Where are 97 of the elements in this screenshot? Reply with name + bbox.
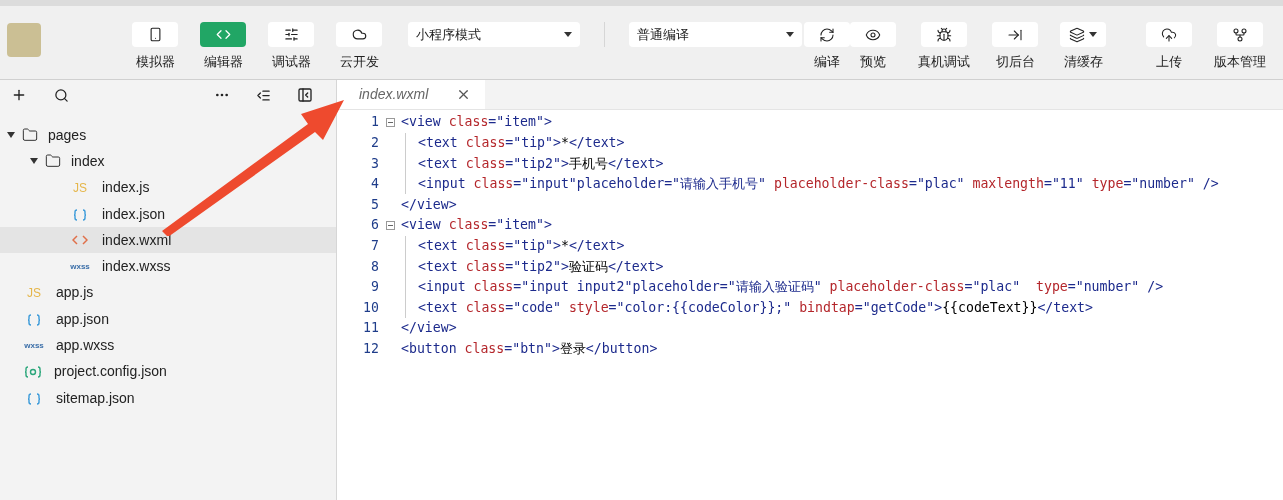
line-number: 12 [362, 339, 379, 358]
file-name: index [71, 151, 105, 171]
code-line: </view> [401, 195, 457, 214]
file-tree-item[interactable]: pages [0, 122, 336, 149]
stylesheet-icon: wxss [22, 339, 46, 352]
toolbar-label: 编译 [814, 53, 840, 71]
line-number: 9 [370, 278, 379, 297]
avatar-photo-placeholder [7, 23, 41, 57]
line-number: 2 [370, 134, 379, 152]
toolbar-icon [819, 26, 835, 43]
file-tree-item[interactable]: index.wxml [0, 227, 336, 254]
code-line: <text class="tip2">手机号</text> [418, 154, 664, 173]
code-line: <text class="code" style="color:{{codeColor}};" bindtap="getCode">{{codeText}}</text> [418, 298, 1093, 317]
toolbar-button[interactable] [1060, 22, 1106, 47]
code-line: <text class="tip2">验证码</text> [418, 257, 664, 276]
file-tree-item[interactable]: index [0, 148, 336, 175]
file-name: app.json [56, 309, 109, 329]
toolbar-button[interactable] [1146, 22, 1192, 47]
caret-icon [1089, 32, 1097, 37]
toolbar-label: 真机调试 [918, 53, 970, 71]
code-line: </view> [401, 319, 457, 338]
toolbar-icon [1232, 26, 1248, 43]
toolbar-icon [1069, 26, 1085, 43]
line-number: 11 [362, 319, 379, 338]
compile-dropdown[interactable]: 普通编译 [629, 22, 802, 47]
file-name: sitemap.json [56, 388, 135, 408]
code-line: <view class="item"> [401, 113, 552, 132]
toolbar-icon [1161, 26, 1177, 43]
file-tree-item[interactable]: project.config.json [0, 358, 336, 385]
code-line: <view class="item"> [401, 216, 552, 235]
toolbar-label: 切后台 [995, 53, 1035, 71]
search-icon[interactable] [54, 87, 69, 103]
file-name: pages [48, 125, 87, 145]
line-number: 8 [370, 257, 379, 276]
caret-icon [786, 32, 794, 37]
line-number: 6 [370, 216, 379, 235]
code-line: <input class="input"placeholder="请输入手机号" placeholder-class="plac" maxlength="11" type="number" /> [418, 175, 1219, 194]
toolbar-button[interactable] [268, 22, 314, 47]
fold-icon[interactable] [385, 117, 395, 127]
file-tree-item[interactable]: JS app.js [0, 279, 336, 307]
line-number: 5 [370, 195, 379, 214]
file-name: index.js [102, 178, 150, 198]
file-tree-item[interactable]: wxss app.wxss [0, 332, 336, 359]
file-tree-item[interactable]: JS index.js [0, 174, 336, 201]
file-name: project.config.json [54, 362, 167, 382]
stylesheet-icon: wxss [68, 260, 92, 273]
toolbar-label: 预览 [860, 53, 886, 71]
code-line: <button class="btn">登录</button> [401, 339, 658, 358]
code-line: <input class="input input2"placeholder="请输入验证码" placeholder-class="plac" type="number" /> [418, 278, 1164, 297]
toolbar-icon [351, 27, 367, 42]
add-icon[interactable] [11, 87, 27, 103]
line-number: 4 [370, 175, 379, 194]
file-tree-item[interactable]: sitemap.json [0, 384, 336, 412]
toolbar-label: 版本管理 [1214, 53, 1266, 71]
line-number: 1 [370, 113, 379, 132]
config-file-icon [24, 365, 42, 378]
toolbar-icon [283, 27, 299, 42]
file-name: app.wxss [56, 336, 115, 355]
file-tree-item[interactable]: app.json [0, 306, 336, 333]
toolbar-label: 编辑器 [203, 53, 243, 71]
file-name: index.json [102, 204, 166, 224]
file-tree-item[interactable]: index.json [0, 200, 336, 228]
mode-dropdown[interactable]: 小程序模式 [408, 22, 580, 47]
toolbar-label: 模拟器 [135, 53, 175, 71]
toolbar-button[interactable] [336, 22, 382, 47]
toolbar-button[interactable] [804, 22, 850, 47]
folder-icon [22, 127, 38, 144]
file-name: app.js [56, 283, 94, 303]
line-number: 7 [370, 236, 379, 255]
file-tree-item[interactable]: wxss index.wxss [0, 253, 336, 280]
line-number: 3 [370, 154, 379, 173]
angle-brackets-icon [72, 235, 88, 246]
toolbar-label: 清缓存 [1063, 53, 1103, 71]
editor-tab[interactable]: index.wxml [337, 80, 485, 109]
toolbar-label: 上传 [1156, 53, 1182, 71]
outdent-icon[interactable] [256, 87, 271, 103]
toolbar-icon [147, 27, 163, 42]
line-number: 10 [362, 298, 379, 317]
close-icon[interactable] [456, 87, 471, 102]
toolbar-button[interactable] [850, 22, 896, 47]
toolbar-label: 云开发 [339, 53, 379, 71]
toolbar-button[interactable] [1217, 22, 1263, 47]
toolbar-button[interactable] [921, 22, 967, 47]
js-file-icon: JS [22, 283, 46, 302]
file-name: index.wxml [102, 230, 172, 250]
code-line: <text class="tip">*</text> [418, 134, 625, 152]
code-line: <text class="tip">*</text> [418, 236, 625, 255]
js-file-icon: JS [68, 178, 92, 197]
toolbar-label: 调试器 [271, 53, 311, 71]
toolbar-icon [215, 27, 231, 42]
caret-icon [564, 32, 572, 37]
file-name: index.wxss [102, 257, 171, 277]
fold-icon[interactable] [385, 220, 395, 230]
toolbar-button[interactable] [132, 22, 178, 47]
toolbar-icon [936, 26, 952, 43]
folder-icon [45, 153, 61, 170]
collapse-panel-icon[interactable] [297, 87, 313, 103]
